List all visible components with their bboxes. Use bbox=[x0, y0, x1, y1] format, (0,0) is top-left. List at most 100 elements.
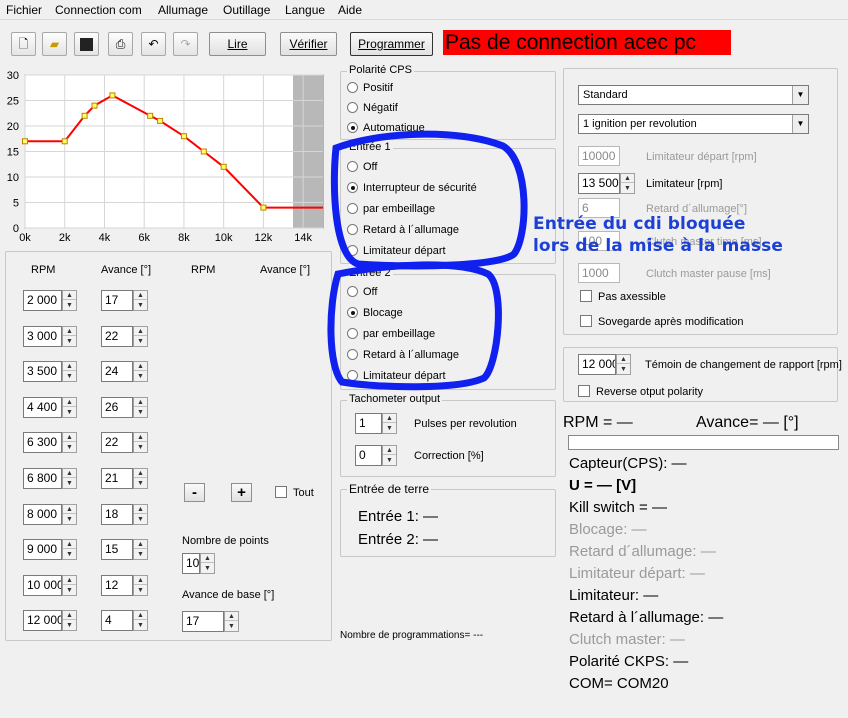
base-advance-value[interactable]: 17 bbox=[182, 611, 224, 632]
arrow-up-icon[interactable]: ▲ bbox=[134, 327, 147, 336]
rpm-row-5-value[interactable]: 6 800 bbox=[23, 468, 62, 489]
chart-point[interactable] bbox=[91, 102, 98, 109]
arrow-up-icon[interactable]: ▲ bbox=[134, 505, 147, 514]
avance-row-7-value[interactable]: 15 bbox=[101, 539, 133, 560]
chart-point[interactable] bbox=[180, 133, 187, 140]
arrow-up-icon[interactable]: ▲ bbox=[63, 469, 76, 478]
avance-row-0-stepper[interactable]: ▲ ▼ bbox=[133, 290, 148, 311]
pulses-stepper[interactable]: ▲ ▼ bbox=[382, 413, 397, 434]
avance-row-2-value[interactable]: 24 bbox=[101, 361, 133, 382]
rpm-row-7-value[interactable]: 9 000 bbox=[23, 539, 62, 560]
rpm-row-1-value[interactable]: 3 000 bbox=[23, 326, 62, 347]
arrow-up-icon[interactable]: ▲ bbox=[134, 362, 147, 371]
pulses-value[interactable]: 1 bbox=[355, 413, 382, 434]
arrow-down-icon[interactable]: ▼ bbox=[63, 301, 76, 310]
rpm-row-9-stepper[interactable]: ▲ ▼ bbox=[62, 610, 77, 631]
verify-button[interactable]: Vérifier bbox=[280, 32, 337, 56]
sovegarde-box[interactable] bbox=[580, 315, 592, 327]
menu-fichier[interactable]: Fichier bbox=[6, 3, 42, 17]
chart-point[interactable] bbox=[260, 204, 267, 211]
polarite-option-0[interactable]: Positif bbox=[347, 81, 393, 95]
open-button[interactable]: ▰ bbox=[42, 32, 67, 56]
ignition-combo[interactable]: 1 ignition per revolution ▼ bbox=[578, 114, 809, 134]
rpm-row-2-value[interactable]: 3 500 bbox=[23, 361, 62, 382]
clutch-pause-field[interactable]: 1000 bbox=[578, 263, 620, 283]
reverse-polarity-box[interactable] bbox=[578, 385, 590, 397]
rpm-row-3-stepper[interactable]: ▲ ▼ bbox=[62, 397, 77, 418]
rpm-row-2-stepper[interactable]: ▲ ▼ bbox=[62, 361, 77, 382]
polarite-option-1[interactable]: Négatif bbox=[347, 101, 398, 115]
avance-row-2-stepper[interactable]: ▲ ▼ bbox=[133, 361, 148, 382]
chart-point[interactable] bbox=[22, 138, 28, 145]
rpm-row-3-value[interactable]: 4 400 bbox=[23, 397, 62, 418]
read-button[interactable]: Lire bbox=[209, 32, 266, 56]
arrow-down-icon[interactable]: ▼ bbox=[63, 337, 76, 346]
chevron-down-icon[interactable]: ▼ bbox=[792, 115, 808, 133]
arrow-down-icon[interactable]: ▼ bbox=[63, 408, 76, 417]
arrow-up-icon[interactable]: ▲ bbox=[134, 291, 147, 300]
gear-value[interactable]: 12 000 bbox=[578, 354, 616, 375]
pas-axessible-box[interactable] bbox=[580, 290, 592, 302]
avance-row-7-stepper[interactable]: ▲ ▼ bbox=[133, 539, 148, 560]
gear-stepper[interactable]: ▲ ▼ bbox=[616, 354, 631, 375]
arrow-down-icon[interactable]: ▼ bbox=[63, 479, 76, 488]
arrow-down-icon[interactable]: ▼ bbox=[134, 621, 147, 630]
arrow-down-icon[interactable]: ▼ bbox=[63, 515, 76, 524]
correction-stepper[interactable]: ▲ ▼ bbox=[382, 445, 397, 466]
arrow-down-icon[interactable]: ▼ bbox=[134, 479, 147, 488]
arrow-down-icon[interactable]: ▼ bbox=[63, 586, 76, 595]
arrow-up-icon[interactable]: ▲ bbox=[134, 540, 147, 549]
arrow-down-icon[interactable]: ▼ bbox=[134, 337, 147, 346]
arrow-down-icon[interactable]: ▼ bbox=[134, 515, 147, 524]
arrow-up-icon[interactable]: ▲ bbox=[63, 611, 76, 620]
avance-row-9-stepper[interactable]: ▲ ▼ bbox=[133, 610, 148, 631]
arrow-up-icon[interactable]: ▲ bbox=[63, 327, 76, 336]
arrow-up-icon[interactable]: ▲ bbox=[134, 469, 147, 478]
arrow-up-icon[interactable]: ▲ bbox=[63, 362, 76, 371]
arrow-down-icon[interactable]: ▼ bbox=[134, 372, 147, 381]
menu-aide[interactable]: Aide bbox=[338, 3, 362, 17]
arrow-up-icon[interactable]: ▲ bbox=[63, 398, 76, 407]
rpm-row-4-stepper[interactable]: ▲ ▼ bbox=[62, 432, 77, 453]
avance-row-6-value[interactable]: 18 bbox=[101, 504, 133, 525]
limiter-stepper[interactable]: ▲ ▼ bbox=[620, 173, 635, 194]
rpm-row-5-stepper[interactable]: ▲ ▼ bbox=[62, 468, 77, 489]
rpm-row-1-stepper[interactable]: ▲ ▼ bbox=[62, 326, 77, 347]
chart-point[interactable] bbox=[157, 117, 164, 124]
arrow-down-icon[interactable]: ▼ bbox=[63, 550, 76, 559]
reverse-polarity-checkbox[interactable]: Reverse otput polarity bbox=[578, 385, 703, 398]
mode-combo[interactable]: Standard ▼ bbox=[578, 85, 809, 105]
arrow-up-icon[interactable]: ▲ bbox=[63, 540, 76, 549]
rpm-row-4-value[interactable]: 6 300 bbox=[23, 432, 62, 453]
avance-row-4-value[interactable]: 22 bbox=[101, 432, 133, 453]
program-button[interactable]: Programmer bbox=[350, 32, 433, 56]
arrow-up-icon[interactable]: ▲ bbox=[63, 433, 76, 442]
undo-button[interactable]: ↶ bbox=[141, 32, 166, 56]
arrow-down-icon[interactable]: ▼ bbox=[63, 443, 76, 452]
menu-connection-com[interactable]: Connection com bbox=[55, 3, 142, 17]
rpm-row-6-stepper[interactable]: ▲ ▼ bbox=[62, 504, 77, 525]
remove-point-button[interactable]: - bbox=[184, 483, 205, 502]
base-advance-stepper[interactable]: ▲ ▼ bbox=[224, 611, 239, 632]
arrow-down-icon[interactable]: ▼ bbox=[134, 586, 147, 595]
correction-value[interactable]: 0 bbox=[355, 445, 382, 466]
chart-point[interactable] bbox=[147, 112, 154, 119]
chart-point[interactable] bbox=[200, 148, 207, 155]
avance-row-5-value[interactable]: 21 bbox=[101, 468, 133, 489]
radio-button-icon[interactable] bbox=[347, 82, 358, 93]
arrow-down-icon[interactable]: ▼ bbox=[134, 408, 147, 417]
rpm-row-6-value[interactable]: 8 000 bbox=[23, 504, 62, 525]
tout-checkbox-box[interactable] bbox=[275, 486, 287, 498]
avance-row-4-stepper[interactable]: ▲ ▼ bbox=[133, 432, 148, 453]
chevron-down-icon[interactable]: ▼ bbox=[792, 86, 808, 104]
arrow-down-icon[interactable]: ▼ bbox=[63, 621, 76, 630]
arrow-down-icon[interactable]: ▼ bbox=[134, 550, 147, 559]
nb-points-value[interactable]: 10 bbox=[182, 553, 200, 574]
avance-row-5-stepper[interactable]: ▲ ▼ bbox=[133, 468, 148, 489]
chart-point[interactable] bbox=[61, 138, 68, 145]
nb-points-stepper[interactable]: ▲ ▼ bbox=[200, 553, 215, 574]
new-file-button[interactable]: 🗋 bbox=[11, 32, 36, 56]
limiter-value[interactable]: 13 500 bbox=[578, 173, 620, 194]
avance-row-1-value[interactable]: 22 bbox=[101, 326, 133, 347]
rpm-row-8-stepper[interactable]: ▲ ▼ bbox=[62, 575, 77, 596]
